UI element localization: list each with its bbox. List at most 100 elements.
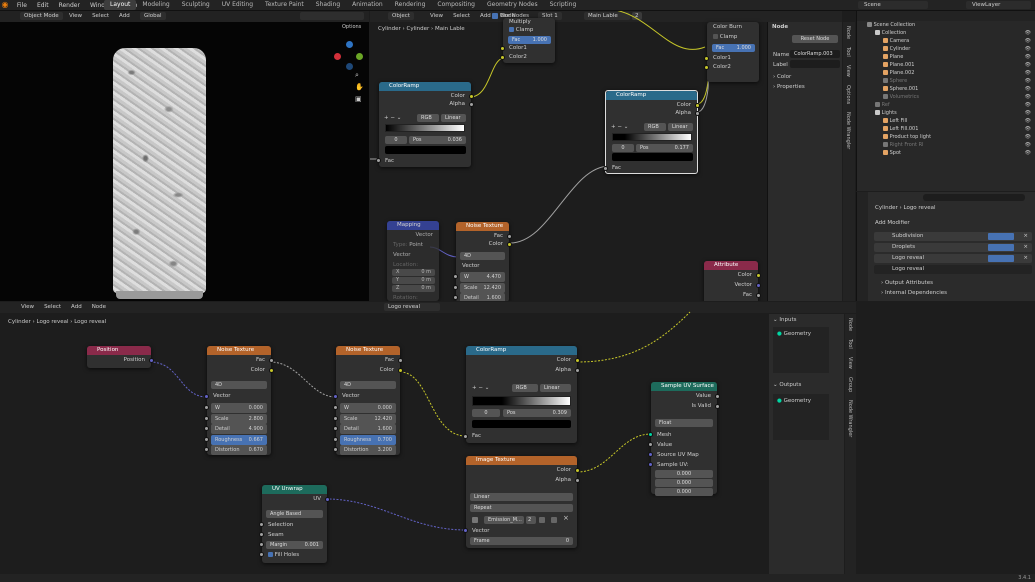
outliner-item[interactable]: Left Fill.001 👁 (857, 125, 1035, 133)
cr2-color-swatch[interactable] (612, 153, 693, 161)
sample-uv-surface-node[interactable]: Sample UV Surface Value Is Valid Float M… (648, 382, 720, 496)
cr1-index[interactable]: 0 (385, 136, 407, 144)
zoom-icon[interactable]: ⌕ (355, 71, 359, 80)
sidebar-tab[interactable]: Node (845, 314, 855, 335)
suv-v2[interactable]: 0.000 (655, 479, 713, 487)
close-icon[interactable]: × (1023, 232, 1028, 241)
image-texture-node[interactable]: Image Texture Color Alpha Linear Repeat … (463, 456, 580, 548)
outliner-item[interactable]: Left Fill 👁 (857, 117, 1035, 125)
outputs-list[interactable]: ● Geometry (773, 394, 829, 440)
outliner-item[interactable]: Plane.001 👁 (857, 61, 1035, 69)
add-modifier-button[interactable]: Add Modifier (875, 220, 910, 226)
scene-selector[interactable]: Scene (858, 1, 928, 9)
modifier-row[interactable]: Logo reveal × (874, 254, 1032, 263)
nodegroup-selector[interactable]: Logo reveal (874, 265, 1032, 274)
cr2-pos[interactable]: Pos 0.177 (636, 144, 693, 152)
output-attributes-section[interactable]: › Output Attributes (881, 280, 933, 286)
visibility-icon[interactable]: 👁 (1025, 61, 1031, 69)
cr2-gradient[interactable] (612, 133, 692, 141)
gn2-dim[interactable]: 4D (340, 381, 396, 389)
workspace-tab[interactable]: Sculpting (176, 0, 216, 10)
it-image-selector[interactable]: Emission_M... (484, 516, 524, 524)
mix-clamp[interactable]: Clamp (503, 26, 555, 34)
workspace-tab[interactable]: Rendering (389, 0, 432, 10)
modifier-toggles[interactable] (988, 233, 1014, 240)
visibility-icon[interactable]: 👁 (1025, 29, 1031, 37)
suv-v1[interactable]: 0.000 (655, 470, 713, 478)
reset-node-button[interactable]: Reset Node (792, 35, 838, 43)
sidebar-tab[interactable]: View (843, 61, 853, 81)
outliner-item[interactable]: Collection 👁 (857, 29, 1035, 37)
close-icon[interactable]: × (1023, 254, 1028, 263)
visibility-icon[interactable]: 👁 (1025, 93, 1031, 101)
scene-collection[interactable]: Scene Collection (857, 21, 1035, 29)
cr2-index[interactable]: 0 (612, 144, 634, 152)
geo-colorramp-node[interactable]: ColorRamp Color Alpha + − ⌄ RGB Linear 0… (463, 346, 580, 443)
noise-param-field[interactable]: Scale 2.800 (204, 413, 267, 424)
workspace-tab[interactable]: Geometry Nodes (481, 0, 544, 10)
cr1-interp[interactable]: Linear (441, 114, 466, 122)
workspace-tab[interactable]: Animation (346, 0, 389, 10)
editor-menu-item[interactable]: Add (114, 11, 135, 21)
pan-hand-icon[interactable]: ✋ (355, 83, 364, 91)
colorramp-node-2[interactable]: ColorRamp Color Alpha + − ⌄ RGB Linear 0… (603, 90, 700, 174)
outliner-item[interactable]: Plane 👁 (857, 53, 1035, 61)
properties-search[interactable] (923, 194, 1025, 201)
cr1-color-swatch[interactable] (385, 146, 466, 154)
folder-icon[interactable] (551, 517, 557, 523)
gcr-color-swatch[interactable] (472, 420, 571, 428)
sidebar-tab[interactable]: View (845, 353, 855, 373)
gn1-dim[interactable]: 4D (211, 381, 267, 389)
position-node[interactable]: Position Position (87, 346, 154, 368)
outliner-item[interactable]: Sphere.001 👁 (857, 85, 1035, 93)
mode-selector[interactable]: Object Mode (20, 12, 63, 20)
internal-dependencies-section[interactable]: › Internal Dependencies (881, 290, 947, 296)
mix-node[interactable]: Multiply Clamp Fac 1.000 Color1 Color2 (500, 18, 555, 63)
noise-param-field[interactable]: Scale 12.420 (333, 413, 396, 424)
workspace-tab[interactable]: Modeling (136, 0, 175, 10)
geo-noise-node-2[interactable]: Noise Texture Fac Color 4D Vector W 0.000… (333, 346, 403, 455)
outliner-item[interactable]: Spot 👁 (857, 149, 1035, 157)
menu-render[interactable]: Render (54, 1, 85, 11)
camera-view-icon[interactable]: ▣ (355, 95, 362, 103)
visibility-icon[interactable]: 👁 (1025, 125, 1031, 133)
noise-param-field[interactable]: Detail 1.600 (453, 293, 505, 301)
visibility-icon[interactable]: 👁 (1025, 77, 1031, 85)
noise-param-field[interactable]: Roughness 0.667 (204, 434, 267, 445)
gcr-gradient[interactable] (472, 396, 571, 406)
visibility-icon[interactable]: 👁 (1025, 149, 1031, 157)
outliner-item[interactable]: Plane.002 👁 (857, 69, 1035, 77)
workspace-tab[interactable]: Shading (310, 0, 346, 10)
menu-edit[interactable]: Edit (32, 1, 54, 11)
colorramp-node-1[interactable]: ColorRamp Color Alpha + − ⌄ RGB Linear 0… (376, 82, 474, 167)
workspace-tab[interactable]: Texture Paint (259, 0, 310, 10)
workspace-tab[interactable]: UV Editing (216, 0, 259, 10)
modifier-row[interactable]: Subdivision × (874, 232, 1032, 241)
editor-menu-item[interactable]: Select (87, 11, 114, 21)
gcr-pos[interactable]: Pos 0.309 (503, 409, 571, 417)
outliner-item[interactable]: Cylinder 👁 (857, 45, 1035, 53)
editor-menu-item[interactable]: View (64, 11, 87, 21)
visibility-icon[interactable]: 👁 (1025, 85, 1031, 93)
blender-logo-icon[interactable]: ◉ (0, 0, 10, 10)
shader-noise-node[interactable]: Noise Texture Fac Color 4D Vector W 4.470… (453, 222, 512, 301)
sidebar-tab[interactable]: Node Wrangler (843, 108, 853, 153)
modifier-row[interactable]: Droplets × (874, 243, 1032, 252)
mix-multiply[interactable]: Multiply (503, 18, 555, 26)
mapping-loc-y[interactable]: Y0 m (392, 277, 435, 284)
viewlayer-selector[interactable]: ViewLayer (966, 1, 1031, 9)
outliner-item[interactable]: Ref 👁 (857, 101, 1035, 109)
navigation-gizmo[interactable] (334, 41, 364, 71)
visibility-icon[interactable]: 👁 (1025, 133, 1031, 141)
sidebar-tab[interactable]: Options (843, 81, 853, 108)
gcr-mode[interactable]: RGB (512, 384, 538, 392)
inputs-section[interactable]: ⌄ Inputs (773, 317, 796, 323)
outliner-item[interactable]: Lights 👁 (857, 109, 1035, 117)
outliner-item[interactable]: Sphere 👁 (857, 77, 1035, 85)
visibility-icon[interactable]: 👁 (1025, 141, 1031, 149)
shield-icon[interactable] (539, 517, 545, 523)
cr2-mode[interactable]: RGB (644, 123, 666, 131)
visibility-icon[interactable]: 👁 (1025, 101, 1031, 109)
properties-tabs[interactable] (857, 192, 868, 301)
gcr-interp[interactable]: Linear (540, 384, 571, 392)
